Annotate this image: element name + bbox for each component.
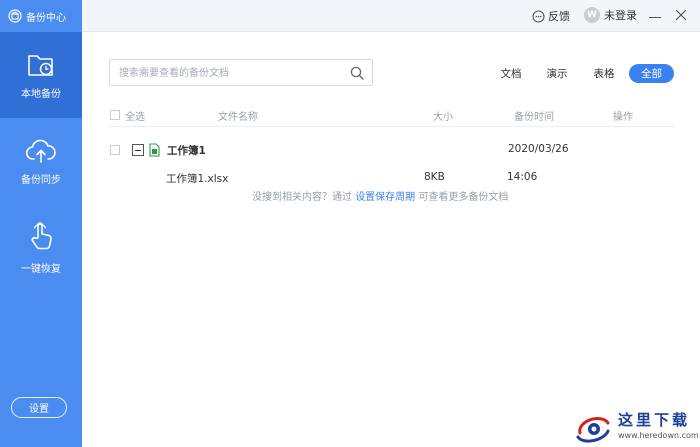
title-bar: 反馈 W 未登录 bbox=[82, 0, 700, 32]
sidebar-item-backup-sync[interactable]: 备份同步 bbox=[0, 118, 82, 204]
app-brand: 备份中心 bbox=[0, 0, 82, 32]
backup-center-icon bbox=[8, 9, 22, 23]
spreadsheet-icon bbox=[149, 143, 160, 157]
column-time: 备份时间 bbox=[514, 112, 554, 123]
filter-all[interactable]: 全部 bbox=[629, 64, 674, 83]
collapse-toggle[interactable] bbox=[132, 144, 144, 156]
group-date: 2020/03/26 bbox=[508, 143, 569, 155]
search-box bbox=[109, 59, 373, 86]
sidebar-item-one-click-restore[interactable]: 一键恢复 bbox=[0, 204, 82, 290]
column-name: 文件名称 bbox=[218, 112, 258, 123]
avatar: W bbox=[584, 7, 600, 23]
cloud-upload-icon bbox=[25, 139, 56, 163]
sidebar-item-label: 备份同步 bbox=[21, 174, 61, 186]
select-all-checkbox[interactable] bbox=[110, 110, 120, 120]
row-checkbox[interactable] bbox=[110, 145, 120, 155]
search-hint: 没搜到相关内容？通过 设置保存周期 可查看更多备份文档 bbox=[252, 188, 508, 203]
feedback-label: 反馈 bbox=[548, 10, 570, 23]
sidebar-item-label: 本地备份 bbox=[21, 88, 61, 100]
search-icon[interactable] bbox=[350, 66, 364, 80]
set-retention-link[interactable]: 设置保存周期 bbox=[355, 192, 415, 203]
watermark-logo-icon bbox=[576, 417, 610, 443]
group-name: 工作簿1 bbox=[167, 145, 206, 157]
sidebar-item-label: 一键恢复 bbox=[21, 263, 61, 275]
file-time: 14:06 bbox=[507, 171, 538, 183]
search-input[interactable] bbox=[119, 64, 339, 82]
settings-button[interactable]: 设置 bbox=[11, 397, 67, 418]
hint-prefix: 没搜到相关内容？通过 bbox=[252, 192, 352, 203]
table-header: 全选 文件名称 大小 备份时间 操作 bbox=[108, 105, 674, 127]
file-size: 8KB bbox=[424, 171, 445, 183]
watermark: 这里下载 www.heredown.com bbox=[574, 407, 699, 445]
filter-docs[interactable]: 文档 bbox=[496, 64, 526, 83]
column-size: 大小 bbox=[433, 112, 453, 123]
watermark-text: 这里下载 bbox=[618, 411, 691, 429]
feedback-button[interactable]: 反馈 bbox=[532, 8, 570, 24]
sidebar-item-local-backup[interactable]: 本地备份 bbox=[0, 32, 82, 118]
column-select-all: 全选 bbox=[125, 112, 145, 123]
hand-pointer-icon bbox=[31, 221, 52, 249]
app-title: 备份中心 bbox=[26, 12, 66, 24]
login-label: 未登录 bbox=[604, 9, 637, 22]
watermark-url: www.heredown.com bbox=[618, 431, 699, 440]
filter-sheets[interactable]: 表格 bbox=[589, 64, 619, 83]
filter-slides[interactable]: 演示 bbox=[542, 64, 572, 83]
file-name: 工作簿1.xlsx bbox=[166, 173, 229, 185]
column-action: 操作 bbox=[613, 112, 633, 123]
close-icon[interactable] bbox=[674, 8, 688, 22]
folder-clock-icon bbox=[28, 54, 53, 76]
chat-bubble-icon bbox=[532, 9, 545, 23]
sidebar: 备份中心 本地备份 备份同步 一键恢复 设置 bbox=[0, 0, 82, 447]
login-button[interactable]: W 未登录 bbox=[584, 7, 637, 23]
minimize-icon[interactable] bbox=[648, 9, 662, 23]
hint-suffix: 可查看更多备份文档 bbox=[418, 192, 509, 203]
